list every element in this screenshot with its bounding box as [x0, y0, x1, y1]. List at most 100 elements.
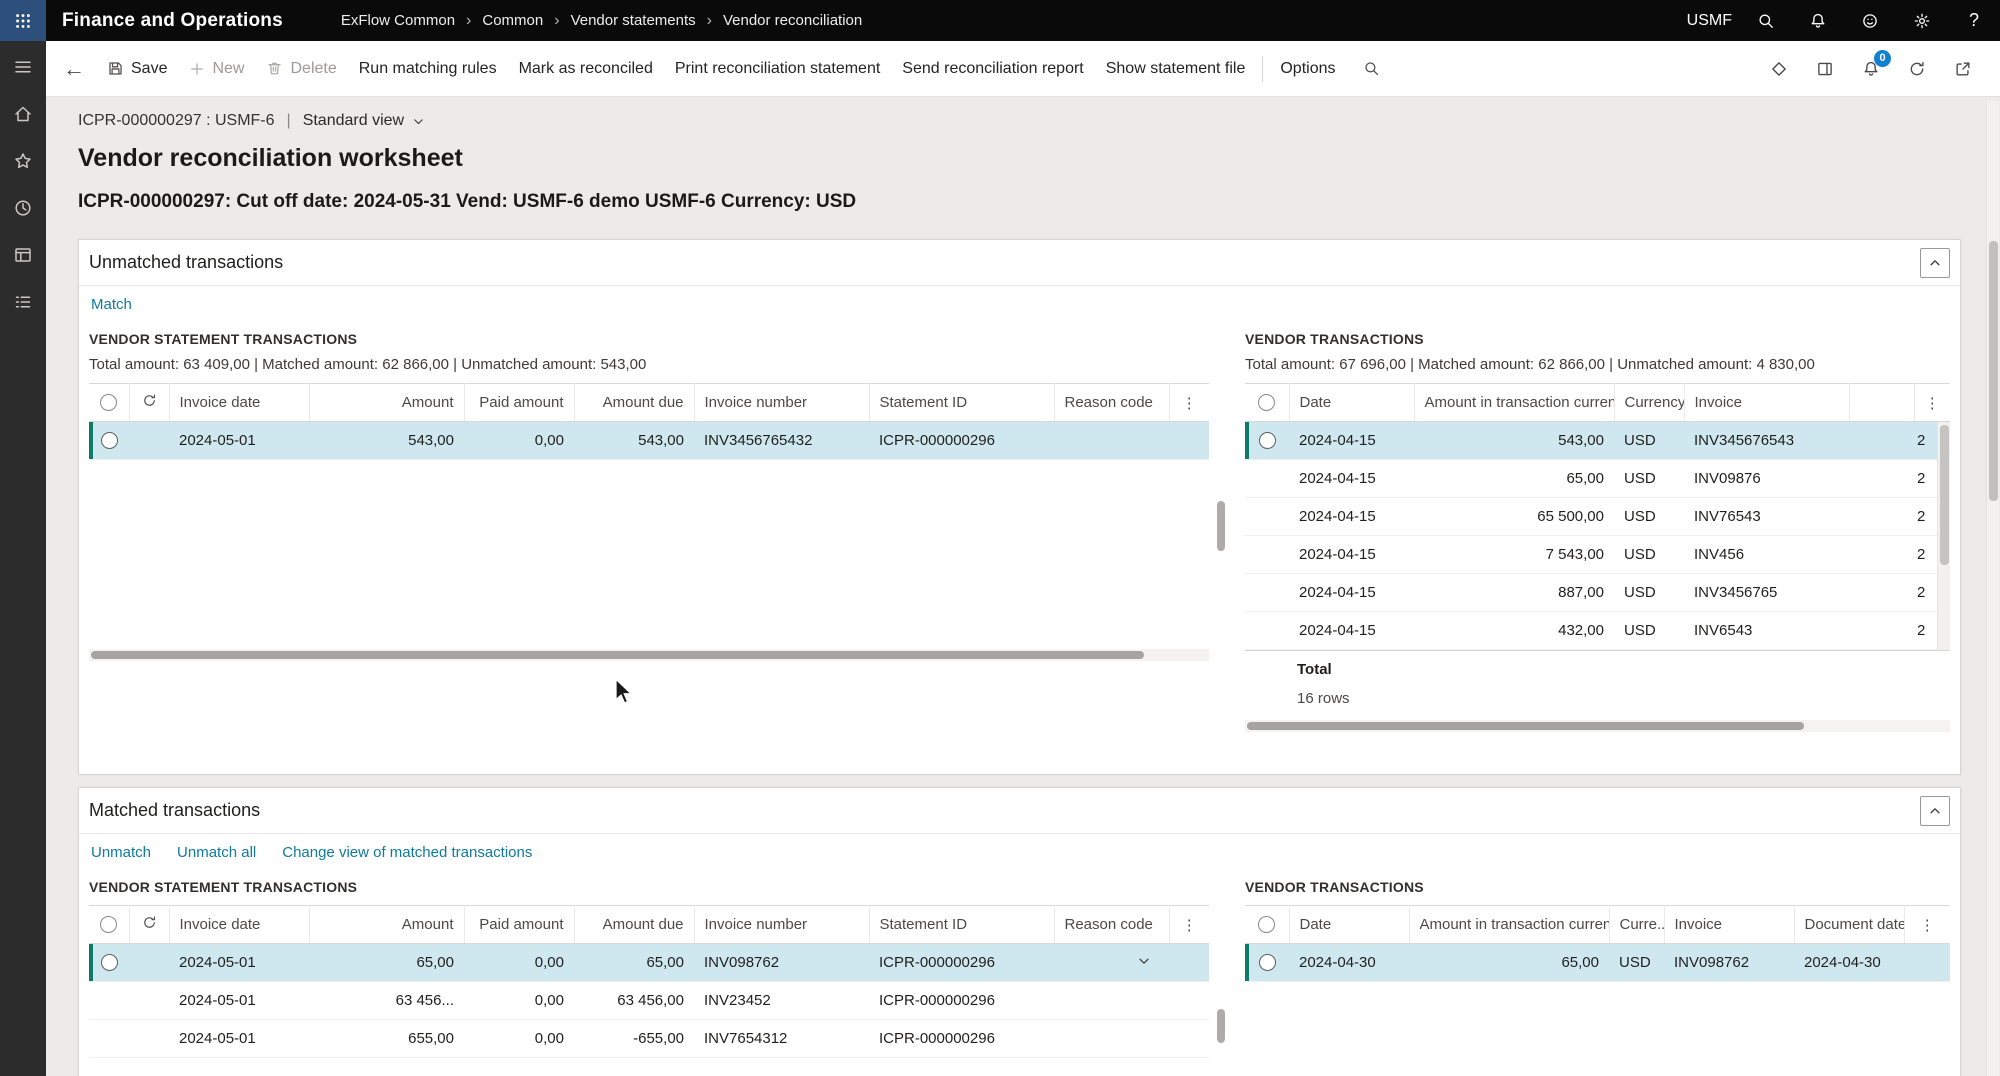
new-button[interactable]: New — [178, 41, 255, 96]
refresh-grid-button[interactable] — [129, 906, 169, 944]
row-checkbox[interactable] — [1245, 422, 1289, 460]
sidebar-item-favorites[interactable] — [0, 137, 46, 184]
vertical-scrollbar-thumb[interactable] — [1217, 1009, 1225, 1043]
change-view-button[interactable]: Change view of matched transactions — [282, 844, 532, 861]
table-row[interactable]: 2024-04-15 65,00 USD INV09876 2 — [1245, 460, 1950, 498]
breadcrumb-item[interactable]: Common — [482, 12, 543, 29]
column-header-invoice-date[interactable]: Invoice date — [169, 384, 309, 422]
find-in-page-button[interactable] — [1355, 41, 1389, 96]
column-header-paid-amount[interactable]: Paid amount — [464, 384, 574, 422]
open-in-new-window-button[interactable] — [1948, 54, 1978, 84]
global-search-button[interactable] — [1740, 0, 1792, 41]
table-row[interactable]: 2024-05-01 543,00 0,00 543,00 INV3456765… — [89, 422, 1209, 460]
column-header-currency[interactable]: Curre... — [1609, 906, 1664, 944]
back-button[interactable]: ← — [56, 51, 92, 87]
reason-code-dropdown[interactable] — [1054, 944, 1169, 982]
company-picker[interactable]: USMF — [1687, 12, 1732, 30]
column-header-amount-due[interactable]: Amount due — [574, 906, 694, 944]
column-header-reason-code[interactable]: Reason code — [1054, 384, 1169, 422]
vertical-scrollbar-thumb[interactable] — [1217, 501, 1225, 551]
column-header-statement-id[interactable]: Statement ID — [869, 906, 1054, 944]
column-header-date[interactable]: Date — [1289, 384, 1414, 422]
collapse-button[interactable] — [1920, 796, 1950, 826]
select-all-checkbox[interactable] — [1245, 384, 1289, 422]
view-selector[interactable]: Standard view — [303, 112, 425, 130]
horizontal-scrollbar[interactable] — [89, 649, 1209, 661]
column-header-reason-code[interactable]: Reason code — [1054, 906, 1169, 944]
table-row[interactable]: 2024-05-01 655,00 0,00 -655,00 INV765431… — [89, 1020, 1209, 1058]
table-row[interactable]: 2024-04-15 887,00 USD INV3456765 2 — [1245, 574, 1950, 612]
column-header-invoice[interactable]: Invoice — [1664, 906, 1794, 944]
grid-options-kebab-icon[interactable]: ⋮ — [1914, 384, 1950, 422]
sidebar-item-recent[interactable] — [0, 184, 46, 231]
refresh-grid-button[interactable] — [129, 384, 169, 422]
breadcrumb-item[interactable]: ExFlow Common — [341, 12, 455, 29]
scrollbar-thumb[interactable] — [1247, 722, 1804, 730]
feedback-button[interactable] — [1844, 0, 1896, 41]
power-apps-button[interactable] — [1764, 54, 1794, 84]
column-header-amount[interactable]: Amount — [309, 906, 464, 944]
column-header-amount-due[interactable]: Amount due — [574, 384, 694, 422]
column-header-amount[interactable]: Amount — [309, 384, 464, 422]
table-row[interactable]: 2024-04-15 65 500,00 USD INV76543 2 — [1245, 498, 1950, 536]
column-header-invoice-number[interactable]: Invoice number — [694, 906, 869, 944]
expand-nav-button[interactable] — [0, 43, 46, 90]
grid-options-kebab-icon[interactable]: ⋮ — [1169, 384, 1209, 422]
collapse-button[interactable] — [1920, 248, 1950, 278]
task-pane-button[interactable] — [1810, 54, 1840, 84]
select-all-checkbox[interactable] — [89, 906, 129, 944]
column-header-invoice[interactable]: Invoice — [1684, 384, 1849, 422]
options-button[interactable]: Options — [1269, 41, 1346, 96]
table-row[interactable]: 2024-04-15 7 543,00 USD INV456 2 — [1245, 536, 1950, 574]
table-row[interactable]: 2024-04-30 65,00 USD INV098762 2024-04-3… — [1245, 944, 1950, 982]
run-matching-rules-button[interactable]: Run matching rules — [348, 41, 508, 96]
select-all-checkbox[interactable] — [89, 384, 129, 422]
select-all-checkbox[interactable] — [1245, 906, 1289, 944]
table-row[interactable]: 2024-04-15 432,00 USD INV6543 2 — [1245, 612, 1950, 650]
column-header-paid-amount[interactable]: Paid amount — [464, 906, 574, 944]
panel-header[interactable]: Unmatched transactions — [79, 240, 1960, 286]
table-row[interactable]: 2024-05-01 63 456... 0,00 63 456,00 INV2… — [89, 982, 1209, 1020]
row-checkbox[interactable] — [89, 944, 129, 982]
print-reconciliation-statement-button[interactable]: Print reconciliation statement — [664, 41, 891, 96]
settings-button[interactable] — [1896, 0, 1948, 41]
help-button[interactable]: ? — [1948, 0, 2000, 41]
breadcrumb-item[interactable]: Vendor statements — [571, 12, 696, 29]
horizontal-scrollbar[interactable] — [1245, 720, 1950, 732]
grid-options-kebab-icon[interactable]: ⋮ — [1904, 906, 1950, 944]
scrollbar-thumb[interactable] — [91, 651, 1144, 659]
column-header-statement-id[interactable]: Statement ID — [869, 384, 1054, 422]
breadcrumb-item[interactable]: Vendor reconciliation — [723, 12, 862, 29]
sidebar-item-modules[interactable] — [0, 278, 46, 325]
delete-button[interactable]: Delete — [255, 41, 347, 96]
sidebar-item-workspaces[interactable] — [0, 231, 46, 278]
unmatch-all-button[interactable]: Unmatch all — [177, 844, 256, 861]
row-checkbox[interactable] — [1245, 944, 1289, 982]
scrollbar-thumb[interactable] — [1989, 241, 1998, 501]
show-statement-file-button[interactable]: Show statement file — [1095, 41, 1257, 96]
row-checkbox[interactable] — [89, 422, 129, 460]
table-row[interactable]: 2024-05-01 65,00 0,00 65,00 INV098762 IC… — [89, 944, 1209, 982]
column-header-amount-in-transaction-currency[interactable]: Amount in transaction currency — [1409, 906, 1609, 944]
table-row[interactable]: 2024-04-15 543,00 USD INV345676543 2 — [1245, 422, 1950, 460]
action-center-button[interactable]: 0 — [1856, 54, 1886, 84]
vertical-scrollbar[interactable] — [1937, 422, 1950, 649]
column-header-invoice-date[interactable]: Invoice date — [169, 906, 309, 944]
match-button[interactable]: Match — [91, 296, 132, 313]
column-header-amount-in-transaction-currency[interactable]: Amount in transaction currency — [1414, 384, 1614, 422]
sidebar-item-home[interactable] — [0, 90, 46, 137]
column-header-document-date[interactable]: Document date — [1794, 906, 1904, 944]
save-button[interactable]: Save — [96, 41, 178, 96]
page-scrollbar[interactable] — [1986, 101, 1999, 1076]
column-header-invoice-number[interactable]: Invoice number — [694, 384, 869, 422]
app-launcher-button[interactable] — [0, 0, 46, 41]
mark-as-reconciled-button[interactable]: Mark as reconciled — [508, 41, 664, 96]
grid-options-kebab-icon[interactable]: ⋮ — [1169, 906, 1209, 944]
alerts-button[interactable] — [1792, 0, 1844, 41]
unmatch-button[interactable]: Unmatch — [91, 844, 151, 861]
column-header-date[interactable]: Date — [1289, 906, 1409, 944]
panel-header[interactable]: Matched transactions — [79, 788, 1960, 834]
send-reconciliation-report-button[interactable]: Send reconciliation report — [891, 41, 1094, 96]
scrollbar-thumb[interactable] — [1940, 425, 1949, 565]
column-header-currency[interactable]: Currency — [1614, 384, 1684, 422]
